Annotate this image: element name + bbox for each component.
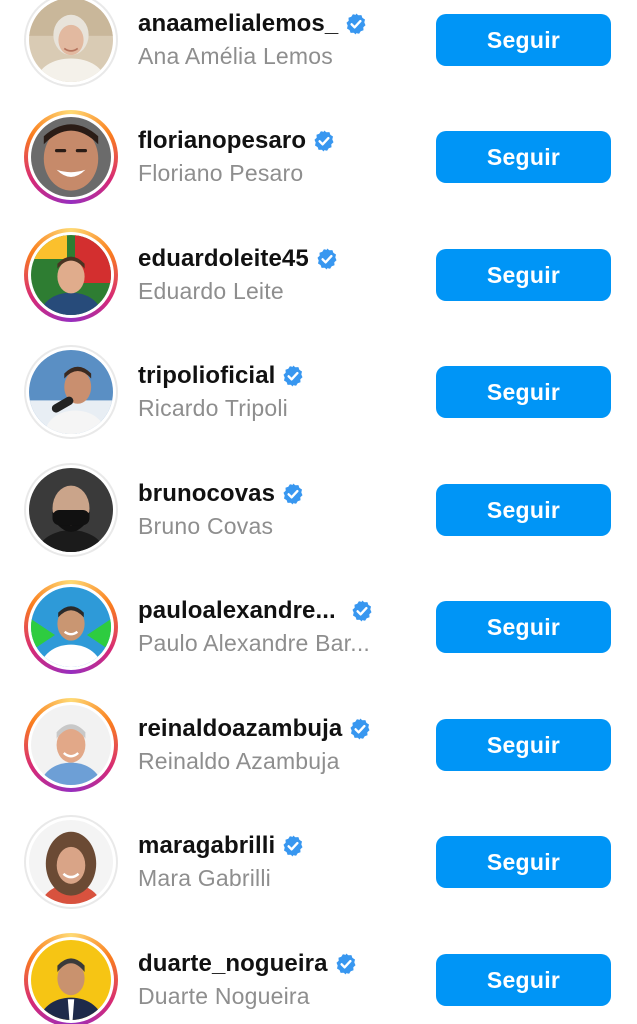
username-line: florianopesaro [138,124,408,158]
avatar-frame[interactable] [24,0,118,87]
full-name: Floriano Pesaro [138,160,304,186]
avatar [31,587,111,667]
username[interactable]: eduardoleite45 [138,245,309,273]
username-line: brunocovas [138,477,408,511]
account-row[interactable]: florianopesaro Floriano Pesaro Seguir [0,99,637,216]
verified-badge-icon [281,482,305,506]
account-row[interactable]: tripolioficial Ricardo Tripoli Seguir [0,334,637,451]
account-row[interactable]: reinaldoazambuja Reinaldo Azambuja Seguir [0,687,637,804]
avatar [31,705,111,785]
full-name: Eduardo Leite [138,278,284,304]
follow-button[interactable]: Seguir [436,836,611,888]
username[interactable]: florianopesaro [138,127,306,155]
avatar-inner [26,0,116,85]
avatar [29,0,113,82]
avatar-story-ring[interactable] [24,933,118,1024]
username-line: pauloalexandre... [138,594,408,628]
verified-badge-icon [334,952,358,976]
account-row[interactable]: maragabrilli Mara Gabrilli Seguir [0,804,637,921]
avatar [29,468,113,552]
full-name: Reinaldo Azambuja [138,748,340,774]
username-line: eduardoleite45 [138,242,408,276]
avatar [31,117,111,197]
account-row[interactable]: duarte_nogueira Duarte Nogueira Seguir [0,922,637,1024]
account-text: pauloalexandre... Paulo Alexandre Bar... [138,594,408,657]
account-row[interactable]: eduardoleite45 Eduardo Leite Seguir [0,217,637,334]
verified-badge-icon [312,129,336,153]
follow-button[interactable]: Seguir [436,131,611,183]
avatar [31,940,111,1020]
avatar-frame[interactable] [24,463,118,557]
suggested-accounts-list: anaamelialemos_ Ana Amélia Lemos Seguir f… [0,0,637,1024]
username-line: reinaldoazambuja [138,712,408,746]
account-text: brunocovas Bruno Covas [138,477,408,540]
avatar-inner [26,347,116,437]
verified-badge-icon [281,364,305,388]
account-row[interactable]: pauloalexandre... Paulo Alexandre Bar...… [0,569,637,686]
follow-button[interactable]: Seguir [436,601,611,653]
avatar [31,235,111,315]
avatar-inner [26,817,116,907]
verified-badge-icon [348,717,372,741]
full-name: Ricardo Tripoli [138,395,288,421]
avatar-frame[interactable] [24,345,118,439]
account-text: tripolioficial Ricardo Tripoli [138,359,408,422]
username[interactable]: tripolioficial [138,362,275,390]
verified-badge-icon [281,834,305,858]
account-text: eduardoleite45 Eduardo Leite [138,242,408,305]
avatar-inner [28,937,114,1023]
account-row[interactable]: anaamelialemos_ Ana Amélia Lemos Seguir [0,0,637,99]
avatar-inner [28,114,114,200]
follow-button[interactable]: Seguir [436,249,611,301]
avatar-story-ring[interactable] [24,580,118,674]
username[interactable]: reinaldoazambuja [138,715,342,743]
verified-badge-icon [350,599,374,623]
username[interactable]: pauloalexandre... [138,597,336,625]
follow-button[interactable]: Seguir [436,484,611,536]
username-line: duarte_nogueira [138,947,408,981]
account-row[interactable]: brunocovas Bruno Covas Seguir [0,452,637,569]
avatar-story-ring[interactable] [24,698,118,792]
verified-badge-icon [344,12,368,36]
username-line: tripolioficial [138,359,408,393]
follow-button[interactable]: Seguir [436,366,611,418]
username[interactable]: maragabrilli [138,832,275,860]
username[interactable]: brunocovas [138,480,275,508]
full-name: Ana Amélia Lemos [138,43,333,69]
avatar-inner [28,702,114,788]
account-text: anaamelialemos_ Ana Amélia Lemos [138,7,408,70]
avatar-inner [28,584,114,670]
username-line: anaamelialemos_ [138,7,408,41]
follow-button[interactable]: Seguir [436,14,611,66]
username[interactable]: anaamelialemos_ [138,10,338,38]
avatar-story-ring[interactable] [24,110,118,204]
account-text: maragabrilli Mara Gabrilli [138,829,408,892]
full-name: Duarte Nogueira [138,983,310,1009]
username[interactable]: duarte_nogueira [138,950,328,978]
account-text: reinaldoazambuja Reinaldo Azambuja [138,712,408,775]
avatar [29,820,113,904]
follow-button[interactable]: Seguir [436,719,611,771]
avatar-frame[interactable] [24,815,118,909]
avatar-inner [26,465,116,555]
avatar-inner [28,232,114,318]
full-name: Mara Gabrilli [138,865,271,891]
avatar [29,350,113,434]
avatar-story-ring[interactable] [24,228,118,322]
full-name: Bruno Covas [138,513,274,539]
account-text: florianopesaro Floriano Pesaro [138,124,408,187]
account-text: duarte_nogueira Duarte Nogueira [138,947,408,1010]
username-line: maragabrilli [138,829,408,863]
verified-badge-icon [315,247,339,271]
full-name: Paulo Alexandre Bar... [138,630,370,656]
follow-button[interactable]: Seguir [436,954,611,1006]
